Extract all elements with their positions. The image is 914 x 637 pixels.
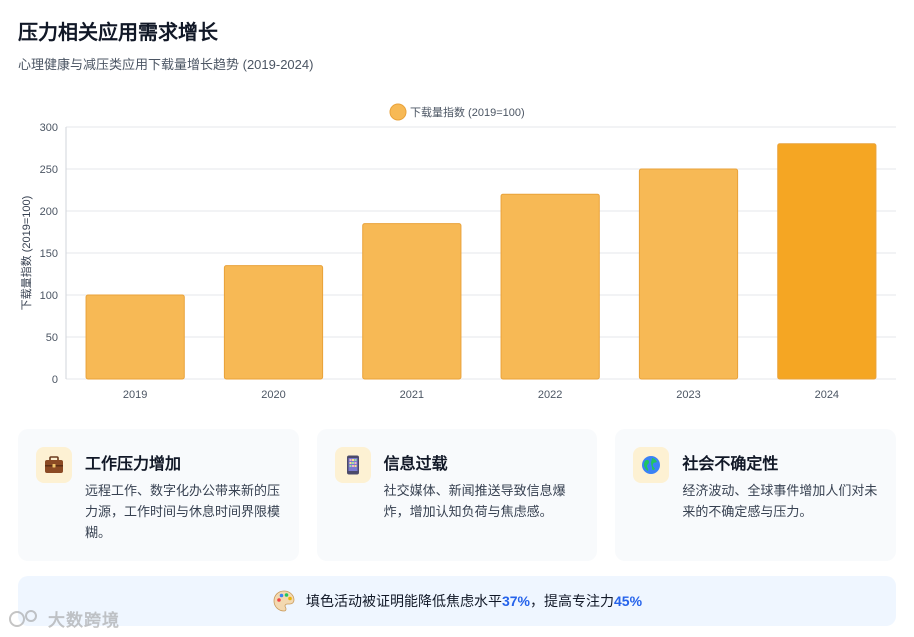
y-tick-label: 250 [40, 164, 58, 176]
watermark: 大数跨境 [8, 606, 120, 631]
card-text: 经济波动、全球事件增加人们对未来的不确定感与压力。 [682, 483, 878, 519]
watermark-logo-icon [9, 609, 37, 627]
y-tick-label: 300 [40, 122, 58, 134]
banner-text-middle: ，提高专注力 [530, 593, 614, 609]
page-title: 压力相关应用需求增长 [18, 22, 218, 44]
x-tick-label: 2021 [400, 389, 424, 401]
bar-2024 [777, 143, 877, 380]
bar-2022 [500, 193, 600, 380]
bar-2019 [85, 294, 185, 380]
focus-percent: 45% [614, 593, 643, 609]
x-tick-label: 2019 [123, 389, 147, 401]
y-tick-label: 0 [52, 374, 58, 386]
bar-2021 [362, 223, 462, 380]
page-subtitle: 心理健康与减压类应用下载量增长趋势 (2019-2024) [18, 57, 314, 72]
anxiety-percent: 37% [501, 593, 530, 609]
x-tick-label: 2020 [261, 389, 285, 401]
card-text: 社交媒体、新闻推送导致信息爆炸，增加认知负荷与焦虑感。 [383, 483, 566, 519]
y-tick-label: 100 [40, 290, 58, 302]
phone-icon [334, 447, 371, 483]
legend-label: 下载量指数 (2019=100) [410, 105, 525, 119]
y-tick-label: 200 [40, 206, 58, 218]
card-uncertainty: 社会不确定性 经济波动、全球事件增加人们对未来的不确定感与压力。 [615, 429, 897, 561]
globe-icon [633, 447, 670, 483]
card-info-overload: 信息过载 社交媒体、新闻推送导致信息爆炸，增加认知负荷与焦虑感。 [316, 429, 598, 561]
reason-cards: 工作压力增加 远程工作、数字化办公带来新的压力源，工作时间与休息时间界限模糊。 … [18, 429, 897, 561]
bar-2023 [638, 168, 739, 380]
y-tick-label: 150 [40, 248, 58, 260]
watermark-text: 大数跨境 [48, 611, 120, 630]
palette-icon [272, 589, 296, 613]
bar-chart: 0 50 100 150 200 250 300 下载量指数 (2019=100) 2019 20… [0, 96, 914, 416]
banner-text: 填色活动被证明能降低焦虑水平 [305, 593, 502, 609]
x-tick-label: 2022 [538, 389, 562, 401]
bar-2020 [223, 265, 324, 380]
briefcase-icon [36, 447, 72, 483]
y-tick-label: 50 [46, 332, 58, 344]
card-title: 社会不确定性 [682, 456, 779, 473]
stat-banner: 填色活动被证明能降低焦虑水平 37% ，提高专注力 45% [18, 576, 896, 626]
card-title: 工作压力增加 [85, 456, 182, 473]
chart-svg: 0 50 100 150 200 250 300 下载量指数 (2019=100) 2019 20… [19, 103, 896, 401]
x-tick-label: 2024 [815, 389, 839, 401]
legend-swatch [389, 103, 407, 121]
y-axis-label: 下载量指数 (2019=100) [19, 196, 33, 311]
card-text: 远程工作、数字化办公带来新的压力源，工作时间与休息时间界限模糊。 [85, 483, 281, 540]
card-title: 信息过载 [383, 456, 448, 473]
card-work-pressure: 工作压力增加 远程工作、数字化办公带来新的压力源，工作时间与休息时间界限模糊。 [18, 429, 299, 561]
x-tick-label: 2023 [676, 389, 700, 401]
